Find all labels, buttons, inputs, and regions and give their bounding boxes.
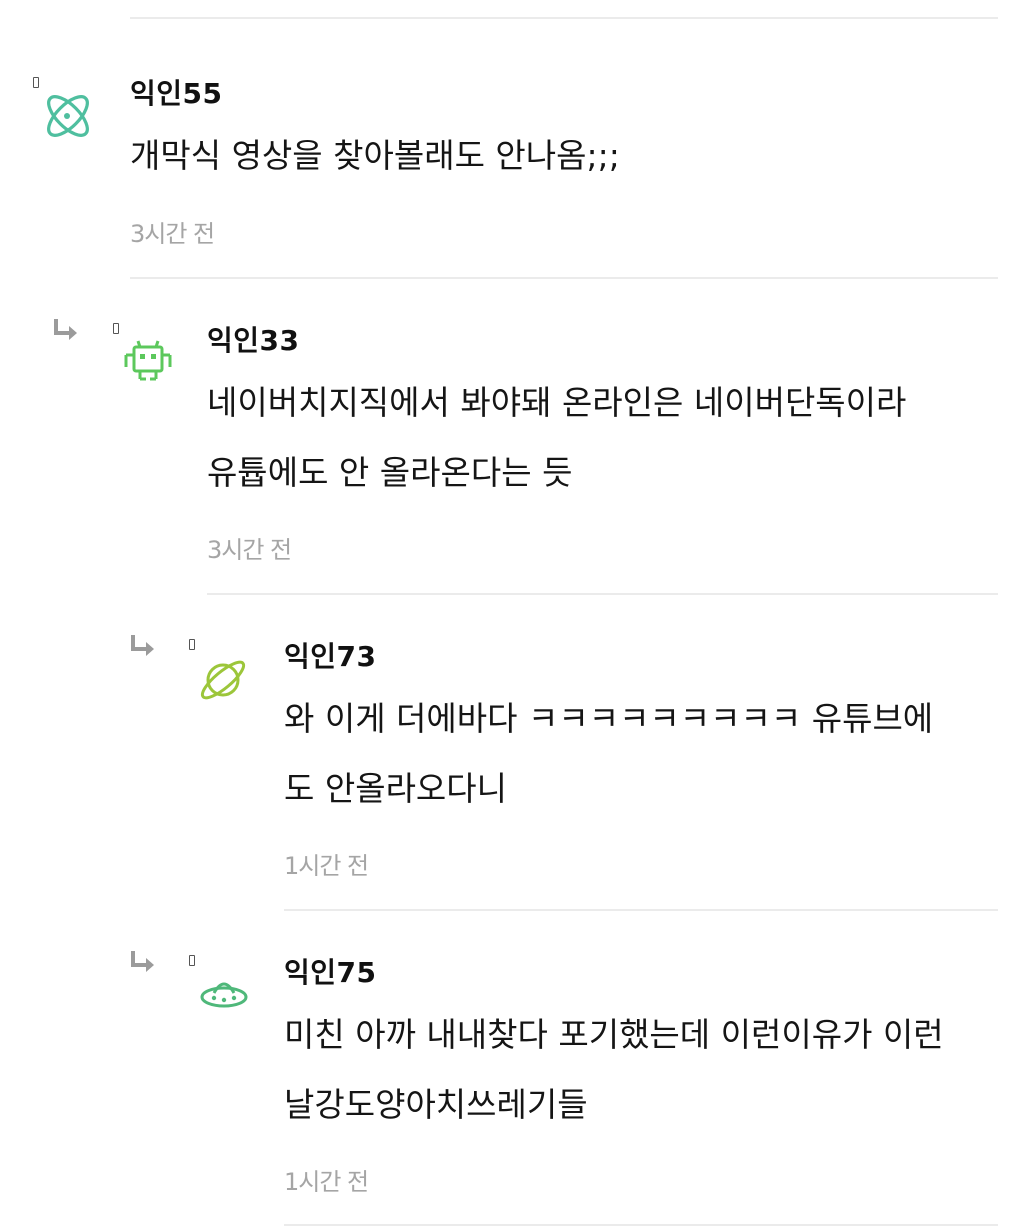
comment-divider (284, 1224, 998, 1226)
comment-author[interactable]: 익인73 (284, 635, 377, 675)
comment-marker-icon (33, 77, 39, 88)
space-invader-icon[interactable] (120, 335, 176, 391)
reply-arrow-icon (54, 317, 80, 343)
comment-author[interactable]: 익인33 (207, 319, 300, 359)
comment-timestamp: 1시간 전 (284, 1168, 369, 1196)
comment-line: 네이버치지직에서 봐야돼 온라인은 네이버단독이라 (207, 383, 907, 422)
ufo-icon[interactable] (196, 967, 252, 1023)
comment-body: 네이버치지직에서 봐야돼 온라인은 네이버단독이라 유튭에도 안 올라온다는 듯 (207, 368, 998, 508)
comment-timestamp: 3시간 전 (130, 220, 215, 248)
comment-marker-icon (113, 323, 119, 334)
comment-line: 날강도양아치쓰레기들 (284, 1085, 588, 1124)
planet-icon[interactable] (196, 651, 252, 707)
reply-arrow-icon (131, 949, 157, 975)
comment-line: 미친 아까 내내찾다 포기했는데 이런이유가 이런 (284, 1015, 944, 1054)
comment-marker-icon (189, 639, 195, 650)
comment-timestamp: 1시간 전 (284, 852, 369, 880)
reply-arrow-icon (131, 633, 157, 659)
comment-line: 개막식 영상을 찾아볼래도 안나옴;;; (130, 136, 620, 175)
comment-divider (130, 17, 998, 19)
comment-divider (130, 277, 998, 279)
comment-divider (284, 909, 998, 911)
comment-line: 와 이게 더에바다 ㅋㅋㅋㅋㅋㅋㅋㅋㅋ 유튜브에 (284, 699, 934, 738)
comment-line: 도 안올라오다니 (284, 769, 508, 808)
comment-line: 유튭에도 안 올라온다는 듯 (207, 453, 573, 492)
comment-marker-icon (189, 955, 195, 966)
comment-timestamp: 3시간 전 (207, 536, 292, 564)
comment-body: 개막식 영상을 찾아볼래도 안나옴;;; (130, 121, 998, 191)
comment-body: 미친 아까 내내찾다 포기했는데 이런이유가 이런 날강도양아치쓰레기들 (284, 1000, 998, 1140)
comment-divider (207, 593, 998, 595)
comment-author[interactable]: 익인75 (284, 951, 377, 991)
atom-icon[interactable] (40, 88, 96, 144)
comment-author[interactable]: 익인55 (130, 72, 223, 112)
comment-body: 와 이게 더에바다 ㅋㅋㅋㅋㅋㅋㅋㅋㅋ 유튜브에 도 안올라오다니 (284, 684, 998, 824)
